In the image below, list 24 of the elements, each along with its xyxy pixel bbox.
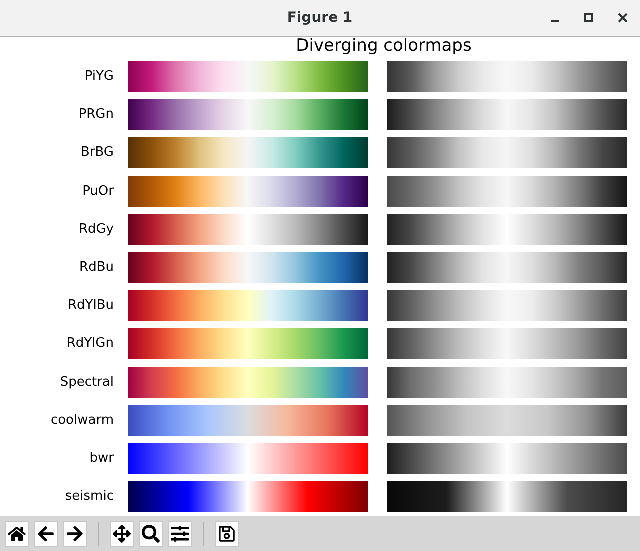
figure-title: Diverging colormaps xyxy=(295,37,473,58)
zoom-button[interactable] xyxy=(139,520,163,546)
colormap-label: coolwarm xyxy=(50,412,114,428)
pan-button[interactable] xyxy=(110,520,134,546)
colormap-label: seismic xyxy=(65,489,114,504)
colormap-label: RdBu xyxy=(80,260,114,275)
colormap-label: BrBG xyxy=(80,145,114,160)
home-button[interactable] xyxy=(5,520,29,546)
close-icon xyxy=(618,13,628,23)
colormap-label: bwr xyxy=(90,450,114,466)
window-title: Figure 1 xyxy=(287,10,353,26)
colormap-label: PuOr xyxy=(82,184,114,199)
minimize-icon xyxy=(551,20,559,22)
save-button[interactable] xyxy=(215,520,239,546)
back-button[interactable] xyxy=(34,520,58,546)
colormap-label: Spectral xyxy=(60,374,114,390)
colormap-label: PiYG xyxy=(84,69,114,84)
colormap-label: RdGy xyxy=(78,222,114,237)
colormap-label: RdYlBu xyxy=(68,298,114,314)
forward-button[interactable] xyxy=(63,520,87,546)
configure-button[interactable] xyxy=(168,520,192,546)
maximize-icon xyxy=(584,13,594,23)
colormap-label: PRGn xyxy=(78,107,114,122)
colormap-label: RdYlGn xyxy=(66,336,114,352)
